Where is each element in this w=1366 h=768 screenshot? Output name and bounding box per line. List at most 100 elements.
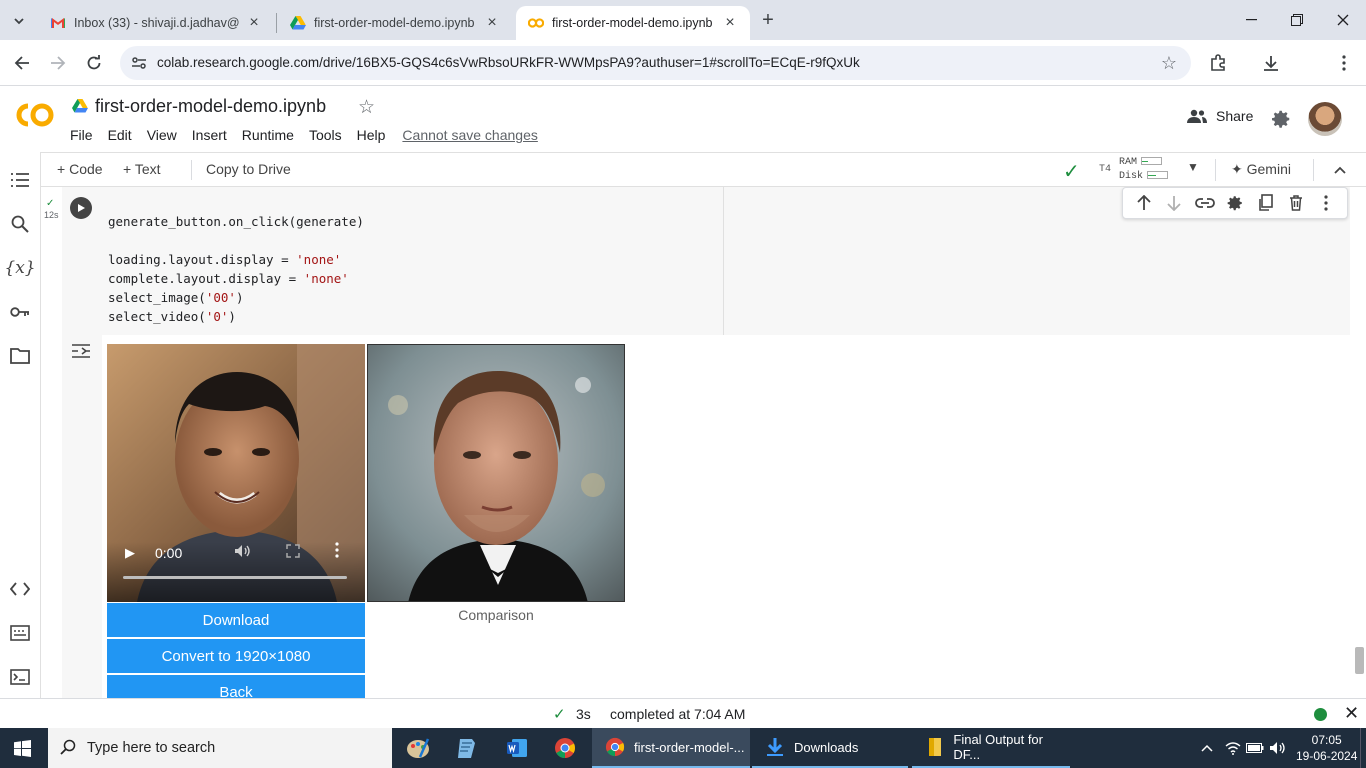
menu-tools[interactable]: Tools [309, 127, 342, 143]
notes-app-icon[interactable] [450, 728, 486, 768]
windows-start-icon[interactable] [14, 740, 31, 757]
bookmark-star-icon[interactable]: ☆ [1161, 53, 1177, 74]
user-avatar[interactable] [1308, 102, 1342, 136]
toolbar-divider [1313, 159, 1314, 181]
add-code-button[interactable]: + Code [57, 161, 103, 177]
volume-speaker-icon[interactable] [1266, 728, 1290, 768]
code-token: loading.layout.display = [108, 252, 297, 267]
tab-search-chevron-icon[interactable] [6, 8, 32, 34]
new-tab-plus-icon[interactable]: + [756, 8, 780, 32]
resource-monitor[interactable]: RAM Disk [1119, 156, 1169, 184]
video-fullscreen-icon[interactable] [286, 544, 300, 561]
taskbar-app-downloads[interactable]: Downloads [752, 728, 908, 768]
colab-header: first-order-model-demo.ipynb ☆ File Edit… [0, 86, 1366, 152]
video-progress-track[interactable] [123, 576, 347, 579]
notebook-scrollbar[interactable] [1350, 187, 1366, 698]
menu-view[interactable]: View [147, 127, 177, 143]
browser-tab-drive[interactable]: first-order-model-demo.ipynb - Google Dr… [278, 6, 512, 40]
output-actions-icon[interactable] [71, 343, 91, 363]
notebook-title[interactable]: first-order-model-demo.ipynb [95, 96, 326, 117]
tab-close-icon[interactable]: × [246, 14, 262, 31]
source-video-player[interactable]: ▶ 0:00 [107, 344, 365, 602]
taskbar-app-folder[interactable]: Final Output for DF... [912, 728, 1070, 768]
command-palette-icon[interactable] [8, 621, 32, 645]
browser-tab-gmail[interactable]: Inbox (33) - shivaji.d.jadhav@gmail.com … [38, 6, 274, 40]
video-more-options-icon[interactable] [335, 542, 339, 562]
video-play-icon[interactable]: ▶ [125, 545, 135, 561]
add-text-button[interactable]: + Text [123, 161, 161, 177]
browser-tab-colab[interactable]: first-order-model-demo.ipynb × [516, 6, 750, 40]
comparison-image [367, 344, 625, 602]
back-arrow-icon[interactable] [9, 50, 35, 76]
battery-icon[interactable] [1244, 728, 1266, 768]
move-up-arrow-icon[interactable] [1134, 193, 1154, 213]
site-info-icon[interactable] [130, 54, 148, 72]
show-desktop-button[interactable] [1360, 728, 1366, 768]
address-bar[interactable]: colab.research.google.com/drive/16BX5-GQ… [120, 46, 1191, 80]
menu-runtime[interactable]: Runtime [242, 127, 294, 143]
link-icon[interactable] [1194, 193, 1215, 213]
share-button[interactable]: Share [1186, 108, 1253, 124]
kebab-menu-icon[interactable] [1331, 50, 1357, 76]
execution-time: 12s [44, 210, 59, 220]
video-timestamp: 0:00 [155, 545, 183, 561]
menu-file[interactable]: File [70, 127, 93, 143]
video-volume-icon[interactable] [234, 544, 250, 561]
settings-gear-icon[interactable] [1270, 108, 1292, 130]
window-close-icon[interactable] [1320, 0, 1366, 40]
network-wifi-icon[interactable] [1222, 728, 1244, 768]
menu-insert[interactable]: Insert [192, 127, 227, 143]
save-warning-link[interactable]: Cannot save changes [402, 127, 537, 143]
menu-help[interactable]: Help [357, 127, 386, 143]
runtime-dropdown-icon[interactable]: ▼ [1187, 160, 1199, 174]
restore-icon[interactable] [1274, 0, 1320, 40]
tab-close-icon[interactable]: × [722, 14, 738, 31]
variables-icon[interactable]: {x} [4, 256, 35, 280]
code-token: generate_button.on_click(generate) [108, 214, 364, 229]
minimize-icon[interactable] [1228, 0, 1274, 40]
terminal-icon[interactable] [8, 665, 32, 689]
code-text[interactable]: generate_button.on_click(generate)​loadi… [108, 212, 364, 326]
delete-trash-icon[interactable] [1286, 193, 1306, 213]
download-button[interactable]: Download [107, 603, 365, 637]
extensions-puzzle-icon[interactable] [1205, 50, 1231, 76]
status-close-icon[interactable]: ✕ [1344, 703, 1359, 724]
cell-settings-gear-icon[interactable] [1225, 193, 1245, 213]
code-snippets-icon[interactable] [8, 577, 32, 601]
paint-app-icon[interactable] [400, 728, 436, 768]
word-app-icon[interactable] [500, 728, 536, 768]
back-button[interactable]: Back [107, 675, 365, 698]
more-vertical-icon[interactable] [1316, 193, 1336, 213]
code-token: select_image( [108, 290, 206, 305]
table-of-contents-icon[interactable] [8, 168, 32, 192]
convert-resolution-button[interactable]: Convert to 1920×1080 [107, 639, 365, 673]
forward-arrow-icon[interactable] [45, 50, 71, 76]
secrets-key-icon[interactable] [8, 300, 32, 324]
show-hidden-icons-chevron-icon[interactable] [1196, 728, 1218, 768]
star-icon[interactable]: ☆ [358, 96, 375, 119]
mirror-cell-tab-icon[interactable] [1255, 193, 1275, 213]
taskbar-app-chrome-window[interactable]: first-order-model-... [592, 728, 750, 768]
run-cell-button[interactable] [70, 197, 92, 219]
colab-logo-icon[interactable] [14, 101, 56, 129]
chrome-app-icon[interactable] [548, 728, 584, 768]
drive-icon[interactable] [72, 98, 88, 114]
gemini-button[interactable]: ✦ Gemini [1231, 161, 1291, 178]
toolbar-divider [191, 160, 192, 180]
system-clock[interactable]: 07:05 19-06-2024 [1296, 732, 1357, 764]
copy-to-drive-button[interactable]: Copy to Drive [206, 161, 291, 177]
code-line: generate_button.on_click(generate) [108, 212, 364, 231]
tab-close-icon[interactable]: × [484, 14, 500, 31]
download-icon[interactable] [1258, 50, 1284, 76]
taskbar-app-label: first-order-model-... [634, 739, 745, 755]
menu-edit[interactable]: Edit [108, 127, 132, 143]
collapse-header-icon[interactable] [1334, 161, 1346, 177]
move-down-arrow-icon[interactable] [1164, 193, 1184, 213]
output-gutter [62, 335, 102, 698]
search-icon[interactable] [8, 212, 32, 236]
taskbar-search-box[interactable]: Type here to search [48, 728, 392, 768]
reload-icon[interactable] [81, 50, 107, 76]
scrollbar-thumb[interactable] [1355, 647, 1364, 674]
files-folder-icon[interactable] [8, 344, 32, 368]
runtime-type-label[interactable]: T4 [1099, 164, 1111, 175]
